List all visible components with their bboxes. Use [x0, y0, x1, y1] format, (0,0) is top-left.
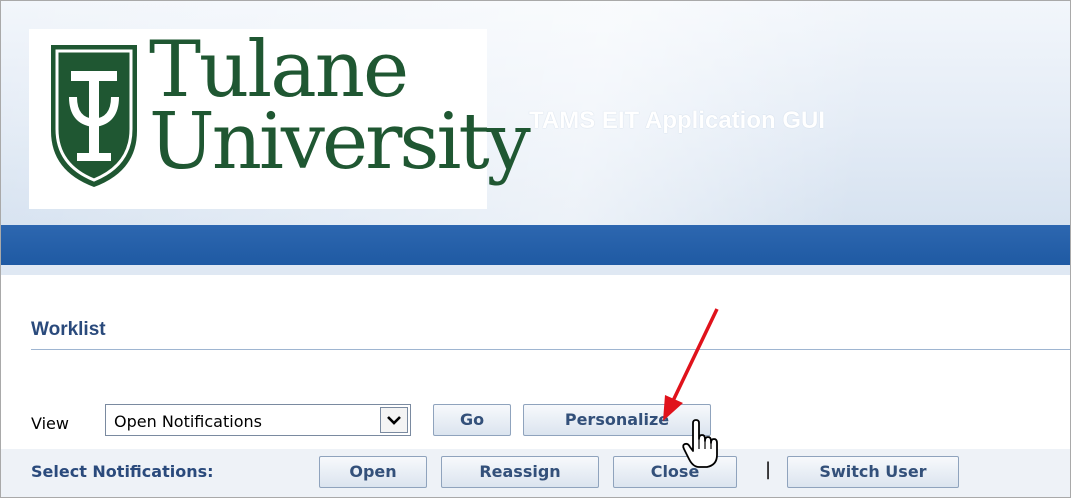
logo-wordmark: Tulane University	[149, 25, 531, 187]
view-select-value: Open Notifications	[114, 412, 262, 431]
page-title: Worklist	[31, 319, 106, 340]
hand-pointer-icon	[682, 419, 718, 468]
view-select-dropdown-button[interactable]	[380, 407, 408, 433]
logo-line-1: Tulane	[149, 25, 409, 115]
switch-user-button[interactable]: Switch User	[787, 456, 959, 488]
go-button[interactable]: Go	[433, 404, 511, 436]
title-divider	[31, 349, 1070, 350]
view-select[interactable]: Open Notifications	[105, 404, 411, 436]
application-title: TAMS EIT Application GUI	[529, 107, 825, 134]
view-label: View	[31, 414, 69, 433]
open-button[interactable]: Open	[319, 456, 427, 488]
select-notifications-label: Select Notifications:	[31, 462, 214, 481]
logo-line-2: University	[149, 96, 531, 187]
chevron-down-icon	[387, 416, 401, 425]
subnav-bar	[1, 265, 1070, 275]
app-window: Tulane University TAMS EIT Application G…	[0, 0, 1071, 498]
tulane-logo[interactable]: Tulane University	[29, 29, 531, 209]
reassign-button[interactable]: Reassign	[441, 456, 599, 488]
tulane-shield-icon	[51, 45, 137, 187]
button-separator: |	[765, 459, 772, 480]
global-nav-bar	[1, 225, 1070, 265]
red-arrow-icon	[663, 308, 719, 421]
